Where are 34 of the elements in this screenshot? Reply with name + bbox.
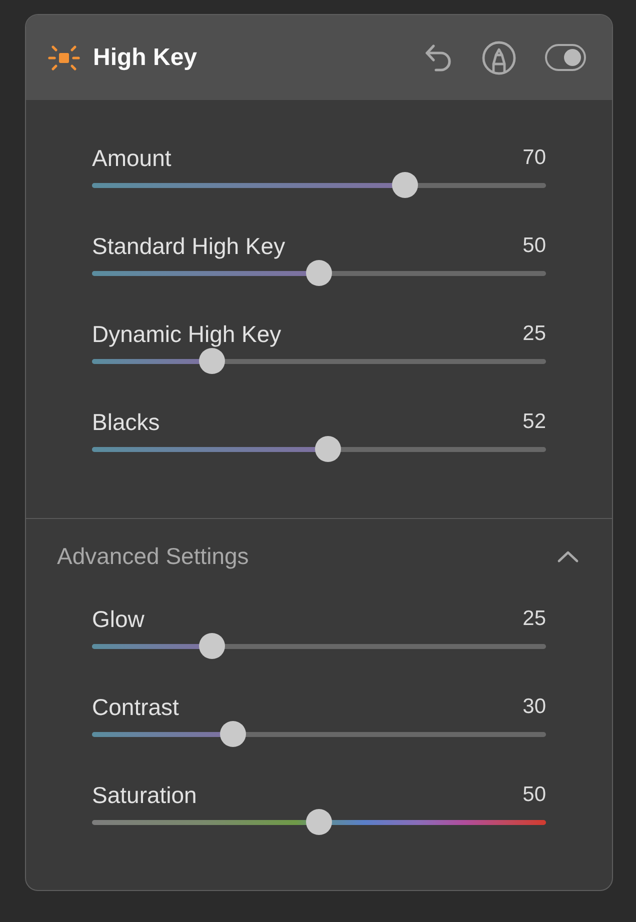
slider-thumb[interactable] [306,260,332,286]
pen-nib-icon[interactable] [482,40,516,74]
slider-track[interactable] [92,348,546,374]
section-header[interactable]: Advanced Settings [57,541,579,571]
slider-label: Amount [92,144,172,172]
slider-value: 50 [522,233,546,259]
slider-label: Saturation [92,781,197,809]
slider-value: 50 [522,782,546,808]
slider-value: 25 [522,606,546,632]
slider-thumb[interactable] [199,348,225,374]
toggle-switch[interactable] [545,44,586,71]
slider-value: 52 [522,409,546,435]
panel-title: High Key [93,42,198,72]
slider-thumb[interactable] [392,172,418,198]
slider-track[interactable] [92,809,546,835]
slider-value: 30 [522,694,546,720]
slider-thumb[interactable] [199,633,225,659]
slider-track[interactable] [92,436,546,462]
slider-label: Glow [92,605,144,633]
slider-track[interactable] [92,172,546,198]
slider-thumb[interactable] [220,721,246,747]
slider-track[interactable] [92,721,546,747]
slider-label: Blacks [92,408,160,436]
slider-label: Dynamic High Key [92,320,282,348]
slider-thumb[interactable] [306,809,332,835]
undo-icon[interactable] [424,42,452,72]
slider-label: Standard High Key [92,232,286,260]
slider-value: 25 [522,321,546,347]
slider-track[interactable] [92,633,546,659]
slider-label: Contrast [92,693,179,721]
slider-track[interactable] [92,260,546,286]
slider-thumb[interactable] [314,436,341,462]
sun-icon [48,44,80,70]
slider-value: 70 [522,145,546,171]
